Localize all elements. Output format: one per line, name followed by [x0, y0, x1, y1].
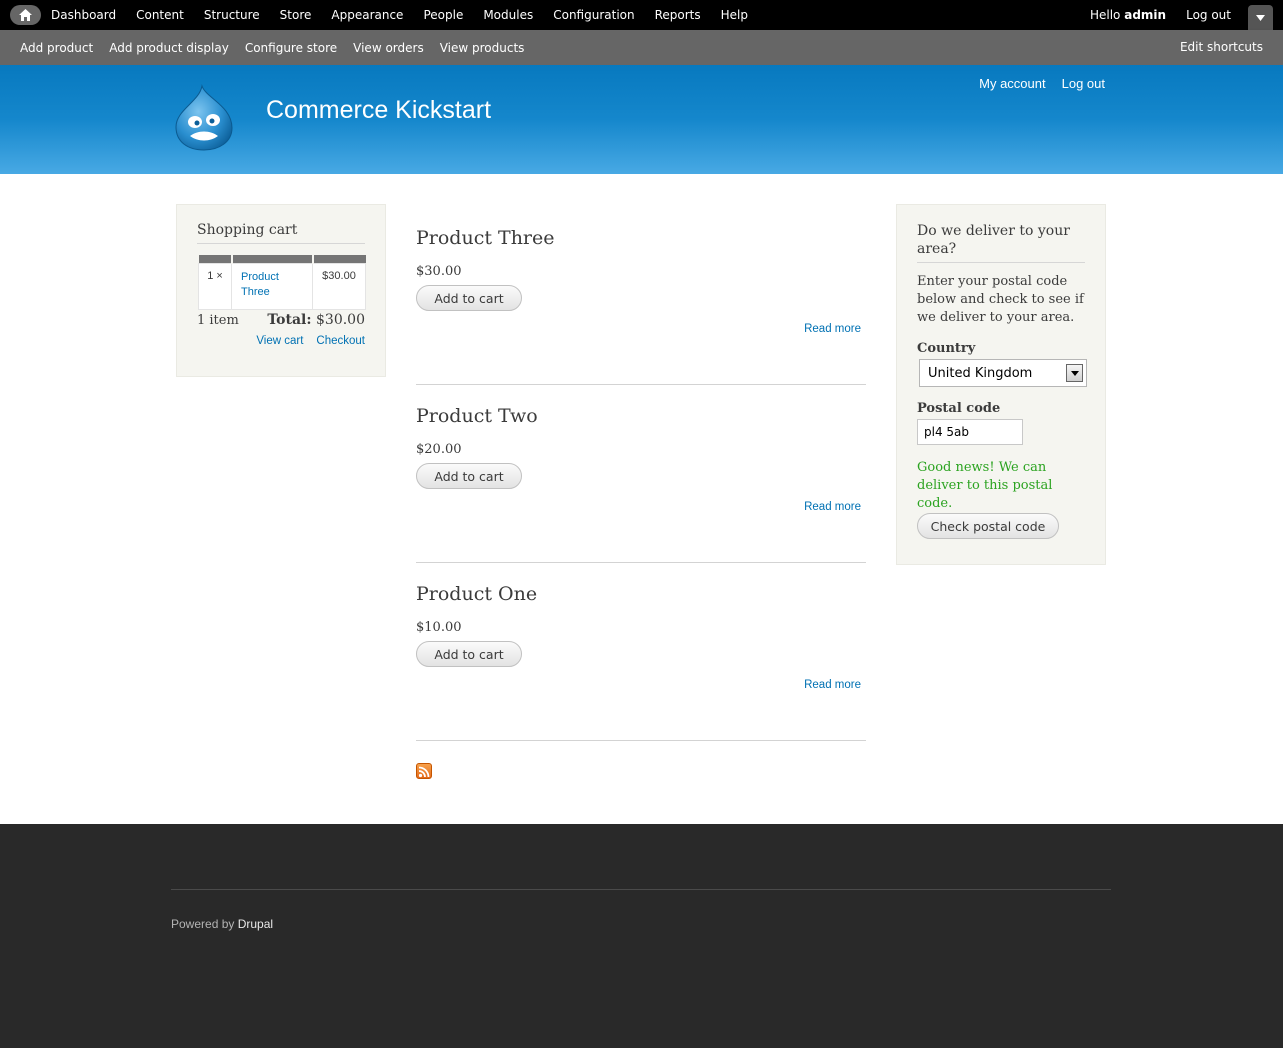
shortcut-configure-store[interactable]: Configure store [237, 41, 345, 55]
chevron-down-icon [1070, 370, 1079, 376]
add-to-cart-button[interactable]: Add to cart [416, 641, 522, 667]
cart-item-qty: 1 × [198, 262, 232, 310]
toolbar-item-help[interactable]: Help [711, 0, 758, 30]
shopping-cart-title: Shopping cart [197, 222, 365, 244]
cart-total-value: $30.00 [316, 312, 365, 328]
toolbar-item-appearance[interactable]: Appearance [321, 0, 413, 30]
delivery-check-description: Enter your postal code below and check t… [917, 274, 1084, 325]
add-to-cart-button[interactable]: Add to cart [416, 285, 522, 311]
cart-total-label: Total: [267, 312, 312, 328]
checkout-link[interactable]: Checkout [316, 335, 365, 347]
product-teaser: Product Three $30.00 Add to cart Read mo… [416, 227, 866, 385]
shopping-cart-block: Shopping cart 1 × Product Three $30.00 1… [176, 204, 386, 377]
toolbar-item-dashboard[interactable]: Dashboard [41, 0, 126, 30]
read-more-link[interactable]: Read more [804, 679, 861, 691]
shortcuts-toggle-button[interactable] [1248, 5, 1273, 30]
hello-text: Hello admin [1090, 8, 1166, 22]
cart-table: 1 × Product Three $30.00 [198, 255, 366, 310]
admin-toolbar: Dashboard Content Structure Store Appear… [0, 0, 1283, 30]
site-header: Commerce Kickstart My account Log out [0, 65, 1283, 174]
home-button[interactable] [10, 5, 41, 25]
toolbar-item-configuration[interactable]: Configuration [543, 0, 644, 30]
cart-col-qty [198, 255, 233, 263]
cart-links: View cart Checkout [243, 335, 365, 347]
shortcuts-bar: Add product Add product display Configur… [0, 30, 1283, 65]
footer-divider [171, 889, 1111, 890]
my-account-link[interactable]: My account [979, 76, 1045, 91]
drupal-link[interactable]: Drupal [238, 917, 273, 931]
powered-by: Powered by Drupal [171, 917, 273, 931]
country-label: Country [917, 341, 976, 356]
cart-item-title-link[interactable]: Product Three [231, 262, 313, 310]
product-price: $20.00 [416, 442, 462, 457]
read-more-link[interactable]: Read more [804, 323, 861, 335]
toolbar-user: Hello admin Log out [1090, 0, 1231, 30]
toolbar-item-store[interactable]: Store [270, 0, 322, 30]
read-more-link[interactable]: Read more [804, 501, 861, 513]
cart-col-price [312, 255, 366, 263]
cart-total: Total: $30.00 [267, 312, 365, 328]
site-name[interactable]: Commerce Kickstart [266, 96, 491, 125]
shortcut-add-product-display[interactable]: Add product display [101, 41, 237, 55]
shortcut-add-product[interactable]: Add product [12, 41, 101, 55]
header-logout-link[interactable]: Log out [1062, 76, 1105, 91]
product-title[interactable]: Product Three [416, 227, 555, 249]
rss-feed-icon[interactable] [416, 763, 432, 779]
product-price: $30.00 [416, 264, 462, 279]
product-teaser: Product One $10.00 Add to cart Read more [416, 583, 866, 741]
toolbar-item-modules[interactable]: Modules [473, 0, 543, 30]
select-arrow [1066, 364, 1083, 382]
site-footer: Powered by Drupal [0, 824, 1283, 1048]
cart-item-price: $30.00 [312, 262, 366, 310]
edit-shortcuts-link[interactable]: Edit shortcuts [1180, 30, 1263, 64]
check-postal-code-button[interactable]: Check postal code [917, 513, 1059, 539]
powered-by-label: Powered by [171, 917, 235, 931]
product-title[interactable]: Product One [416, 583, 537, 605]
product-teaser: Product Two $20.00 Add to cart Read more [416, 405, 866, 563]
view-cart-link[interactable]: View cart [256, 335, 303, 347]
postal-code-label: Postal code [917, 401, 1001, 416]
secondary-menu: My account Log out [963, 76, 1105, 91]
country-select[interactable]: United Kingdom [919, 359, 1087, 387]
toolbar-logout-link[interactable]: Log out [1186, 8, 1231, 22]
cart-col-title [231, 255, 314, 263]
country-select-value: United Kingdom [928, 366, 1033, 381]
home-icon [19, 9, 32, 21]
chevron-down-icon [1256, 14, 1265, 21]
product-price: $10.00 [416, 620, 462, 635]
delivery-check-title: Do we deliver to your area? [917, 222, 1085, 263]
shortcut-links: Add product Add product display Configur… [12, 30, 532, 65]
toolbar-menu: Dashboard Content Structure Store Appear… [41, 0, 758, 30]
toolbar-item-structure[interactable]: Structure [194, 0, 270, 30]
postal-code-input[interactable]: pl4 5ab [917, 419, 1023, 445]
delivery-success-message: Good news! We can deliver to this postal… [917, 460, 1053, 511]
toolbar-item-people[interactable]: People [413, 0, 473, 30]
product-title[interactable]: Product Two [416, 405, 538, 427]
toolbar-item-reports[interactable]: Reports [645, 0, 711, 30]
user-name[interactable]: admin [1124, 8, 1166, 22]
cart-table-header [198, 255, 366, 263]
shortcut-view-products[interactable]: View products [432, 41, 533, 55]
rss-icon [418, 766, 430, 778]
delivery-check-block: Do we deliver to your area? Enter your p… [896, 204, 1106, 565]
cart-item-count: 1 item [197, 313, 239, 328]
shortcut-view-orders[interactable]: View orders [345, 41, 432, 55]
table-row: 1 × Product Three $30.00 [198, 262, 366, 310]
drupal-logo-icon[interactable] [172, 84, 236, 152]
add-to-cart-button[interactable]: Add to cart [416, 463, 522, 489]
hello-label: Hello [1089, 8, 1121, 22]
toolbar-item-content[interactable]: Content [126, 0, 194, 30]
